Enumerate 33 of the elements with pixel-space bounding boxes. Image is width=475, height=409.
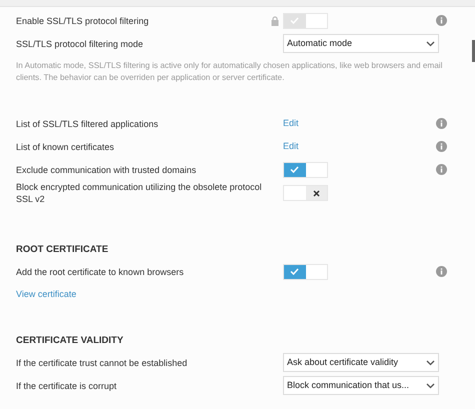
info-icon[interactable] (436, 15, 447, 26)
chevron-down-icon (426, 360, 435, 366)
info-icon[interactable] (436, 164, 447, 175)
setting-label: Exclude communication with trusted domains (16, 164, 196, 176)
info-icon[interactable] (436, 118, 447, 129)
setting-label: SSL/TLS protocol filtering mode (16, 38, 144, 50)
setting-label: Block encrypted communication utilizing the obsolete protocol SSL v2 (16, 181, 263, 205)
chevron-down-icon (426, 382, 435, 388)
info-icon[interactable] (436, 266, 447, 277)
lock-icon (271, 16, 279, 26)
section-heading: CERTIFICATE VALIDITY (16, 335, 124, 347)
setting-label: Enable SSL/TLS protocol filtering (16, 14, 149, 26)
check-icon (290, 17, 300, 24)
close-icon (312, 190, 320, 196)
section-heading: ROOT CERTIFICATE (16, 244, 108, 256)
setting-label: Add the root certificate to known browsers (16, 266, 184, 278)
check-icon (290, 268, 300, 275)
dropdown[interactable]: Ask about certificate validity (283, 353, 439, 372)
chevron-down-icon (426, 40, 435, 46)
toggle-switch[interactable] (283, 185, 328, 201)
view-certificate-link[interactable]: View certificate (16, 288, 76, 302)
setting-label: List of SSL/TLS filtered applications (16, 118, 158, 130)
setting-label: List of known certificates (16, 140, 114, 152)
setting-label: If the certificate is corrupt (16, 380, 117, 392)
info-icon[interactable] (436, 141, 447, 152)
dropdown[interactable]: Block communication that us... (283, 376, 439, 395)
check-icon (290, 166, 300, 173)
toggle-switch[interactable] (283, 162, 328, 178)
dropdown[interactable]: Automatic mode (283, 34, 439, 53)
scrollbar-thumb[interactable] (472, 40, 475, 62)
description-text: In Automatic mode, SSL/TLS filtering is active only for automatically chosen applications, like web browsers and email clients. The behavior can be overriden per application or server certificate. (16, 60, 444, 83)
toggle-switch[interactable] (283, 264, 328, 280)
setting-label: If the certificate trust cannot be established (16, 356, 188, 368)
